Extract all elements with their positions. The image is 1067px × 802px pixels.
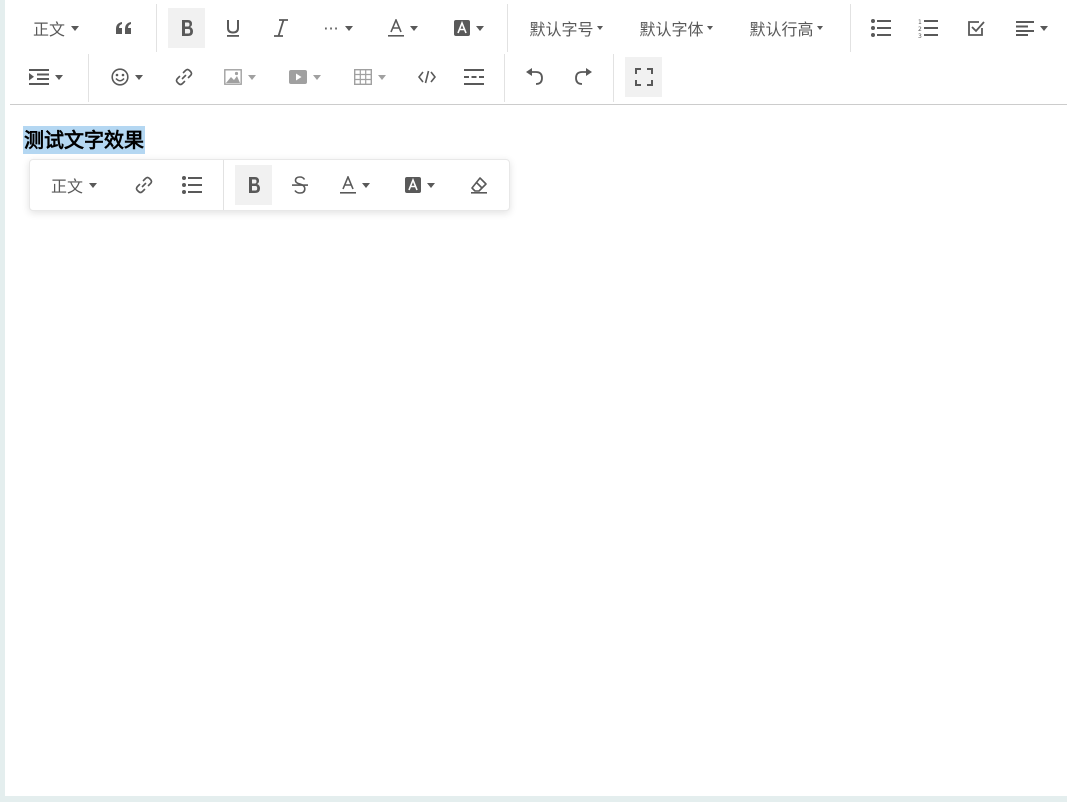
video-icon (289, 70, 307, 84)
hover-bold-button[interactable] (235, 165, 272, 205)
eraser-icon (471, 177, 487, 194)
strikethrough-icon (292, 176, 308, 194)
bold-icon (181, 20, 193, 36)
undo-button[interactable] (517, 57, 553, 97)
numbered-list-button[interactable]: 123 (910, 8, 946, 48)
hover-font-color-select[interactable] (330, 165, 380, 205)
link-button[interactable] (166, 57, 202, 97)
bulleted-list-icon (182, 176, 202, 194)
horizontal-rule-icon (464, 69, 484, 85)
font-color-icon (388, 19, 404, 37)
caret-down-icon (89, 182, 97, 188)
underline-button[interactable] (215, 8, 251, 48)
background-color-icon (405, 177, 421, 193)
caret-down-icon (427, 182, 435, 188)
editor-frame: 正文 ··· 默认字号 默认字体 默认行高 1 2 3 测试文字效果 正文 (0, 0, 1067, 796)
more-styles-select[interactable]: ··· (313, 8, 363, 48)
font-color-select[interactable] (378, 8, 428, 48)
table-icon (354, 69, 372, 85)
quote-icon (116, 22, 131, 34)
hover-divider (223, 160, 224, 210)
caret-down-icon (313, 74, 321, 80)
bold-icon (248, 177, 260, 193)
font-size-select[interactable]: 默认字号 (522, 8, 610, 48)
quote-button[interactable] (106, 8, 142, 48)
caret-down-icon (135, 74, 143, 80)
table-select[interactable] (345, 57, 395, 97)
toolbar-divider (507, 4, 508, 52)
caret-down-icon (248, 74, 256, 80)
caret-down-icon (378, 74, 386, 80)
undo-icon (526, 68, 543, 85)
image-icon (224, 69, 242, 85)
toolbar-divider (504, 54, 505, 102)
redo-icon (575, 68, 592, 85)
emoji-icon (111, 68, 129, 86)
fullscreen-button[interactable] (625, 57, 662, 97)
hover-heading-select[interactable]: 正文 (44, 165, 104, 205)
link-icon (135, 176, 153, 194)
toolbar: 正文 ··· 默认字号 默认字体 默认行高 1 2 3 (10, 0, 1067, 105)
svg-text:3: 3 (918, 33, 922, 38)
hover-toolbar: 正文 (29, 159, 510, 211)
toolbar-divider (850, 4, 851, 52)
background-color-icon (454, 20, 470, 36)
image-select[interactable] (215, 57, 265, 97)
caret-down-icon (71, 25, 79, 31)
caret-down-icon (362, 182, 370, 188)
caret-down-icon (55, 74, 63, 80)
heading-select[interactable]: 正文 (25, 8, 87, 48)
caret-down-icon (706, 26, 713, 30)
hover-background-color-select[interactable] (395, 165, 445, 205)
align-left-icon (1016, 21, 1034, 36)
caret-down-icon (816, 26, 823, 30)
heading-select-label: 正文 (32, 20, 65, 39)
toolbar-divider (88, 54, 89, 102)
toolbar-divider (156, 4, 157, 52)
hover-bulleted-list-button[interactable] (174, 165, 210, 205)
numbered-list-icon: 123 (918, 19, 938, 38)
caret-down-icon (344, 25, 353, 31)
italic-button[interactable] (263, 8, 299, 48)
code-icon (418, 70, 436, 84)
caret-down-icon (1040, 25, 1048, 31)
font-family-label: 默认字体 (639, 20, 704, 39)
italic-icon (274, 19, 288, 37)
indent-icon (29, 69, 49, 85)
bold-button[interactable] (168, 8, 205, 48)
line-height-select[interactable]: 默认行高 (742, 8, 830, 48)
hover-clear-format-button[interactable] (461, 165, 497, 205)
font-family-select[interactable]: 默认字体 (632, 8, 720, 48)
more-styles-label: ··· (323, 18, 339, 38)
caret-down-icon (476, 25, 484, 31)
hover-link-button[interactable] (126, 165, 162, 205)
bulleted-list-icon (871, 19, 891, 37)
fullscreen-icon (634, 68, 653, 86)
font-color-icon (340, 176, 356, 194)
code-button[interactable] (409, 57, 445, 97)
background-color-select[interactable] (444, 8, 494, 48)
font-size-label: 默认字号 (529, 20, 594, 39)
redo-button[interactable] (565, 57, 601, 97)
todo-button[interactable] (958, 8, 994, 48)
content-heading[interactable]: 测试文字效果 (23, 126, 145, 154)
horizontal-rule-button[interactable] (456, 57, 492, 97)
video-select[interactable] (280, 57, 330, 97)
bulleted-list-button[interactable] (863, 8, 899, 48)
align-select[interactable] (1007, 8, 1057, 48)
caret-down-icon (596, 26, 603, 30)
underline-icon (227, 20, 239, 37)
indent-select[interactable] (24, 57, 68, 97)
svg-text:2: 2 (918, 26, 922, 33)
hover-heading-label: 正文 (50, 177, 83, 196)
svg-text:1: 1 (918, 19, 922, 26)
todo-icon (968, 21, 985, 36)
link-icon (175, 68, 193, 86)
hover-strikethrough-button[interactable] (282, 165, 318, 205)
toolbar-divider (613, 54, 614, 102)
caret-down-icon (410, 25, 418, 31)
line-height-label: 默认行高 (749, 20, 814, 39)
emoji-select[interactable] (102, 57, 152, 97)
